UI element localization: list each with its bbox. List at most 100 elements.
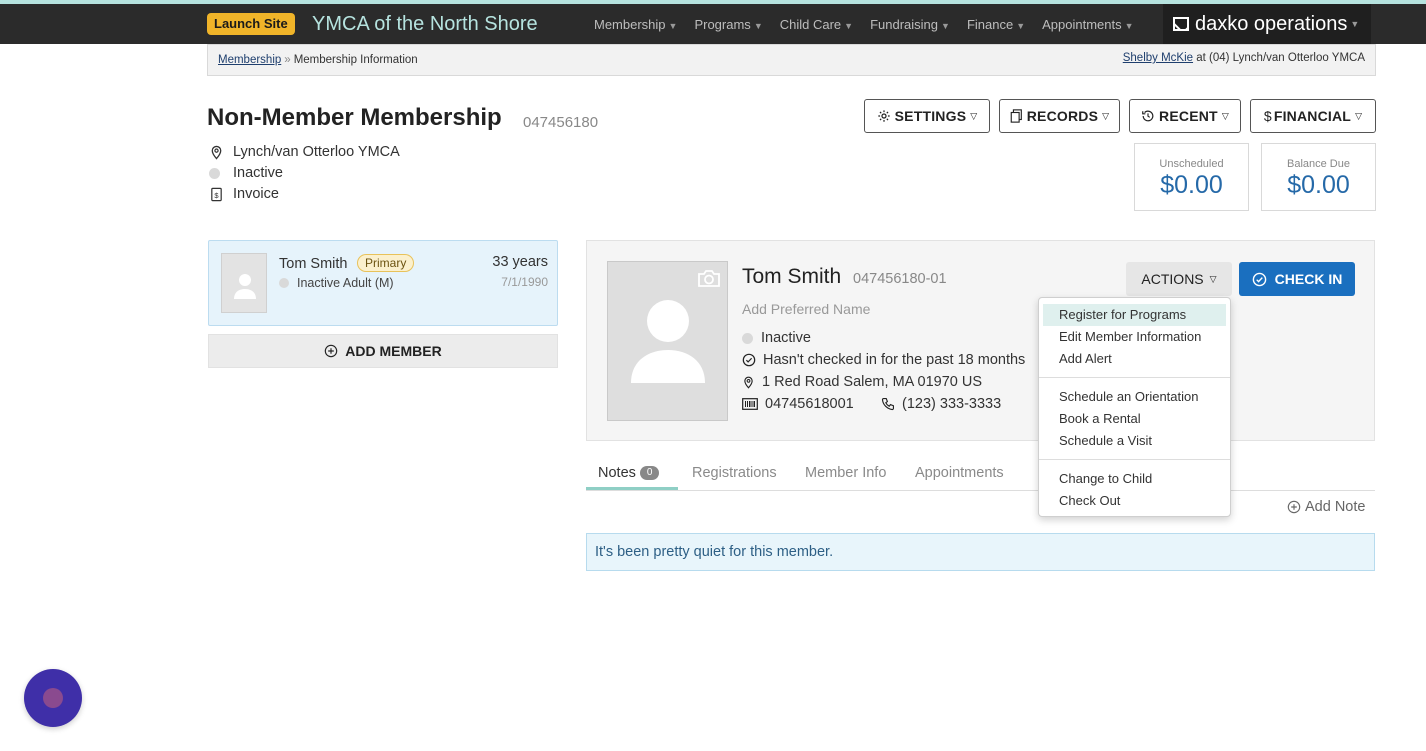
chevron-down-icon: ▼ <box>668 20 678 31</box>
check-circle-icon <box>742 353 756 367</box>
balance-due: Balance Due $0.00 <box>1261 143 1376 211</box>
chevron-down-icon: ▼ <box>844 20 854 31</box>
menu-item-book-rental[interactable]: Book a Rental <box>1043 408 1226 430</box>
barcode-icon <box>742 398 758 410</box>
gear-icon <box>877 110 890 122</box>
chevron-down-icon: ▼ <box>1124 20 1134 31</box>
chevron-down-icon: ▼ <box>1350 19 1360 29</box>
unscheduled-balance: Unscheduled $0.00 <box>1134 143 1249 211</box>
status-dot-icon <box>209 167 220 179</box>
plus-circle-icon <box>325 344 338 358</box>
member-tabs: Notes 0 Registrations Member Info Appoint… <box>586 458 1375 491</box>
profile-phone: (123) 333-3333 <box>881 396 1001 412</box>
location-pin-icon <box>744 376 753 389</box>
current-user-link[interactable]: Shelby McKie <box>1123 52 1193 64</box>
recent-button[interactable]: RECENT ▽ <box>1129 99 1241 133</box>
menu-item-edit-member-information[interactable]: Edit Member Information <box>1043 326 1226 348</box>
envelope-icon <box>1173 17 1189 31</box>
chat-bubble-icon <box>43 688 63 708</box>
preferred-name-field[interactable]: Add Preferred Name <box>742 301 870 317</box>
location-pin-icon <box>211 145 222 160</box>
nav-fundraising[interactable]: Fundraising ▼ <box>870 17 950 32</box>
menu-divider <box>1039 377 1230 378</box>
daxko-brand-menu[interactable]: daxko operations ▼ <box>1163 4 1371 44</box>
page-title: Non-Member Membership <box>207 104 502 131</box>
member-photo[interactable] <box>607 261 728 421</box>
menu-divider <box>1039 459 1230 460</box>
top-navigation-bar: Launch Site YMCA of the North Shore Memb… <box>0 0 1426 44</box>
dollar-icon: $ <box>1263 108 1272 124</box>
status-dot-icon <box>279 278 289 288</box>
chevron-down-icon: ▼ <box>1016 20 1026 31</box>
chevron-down-icon: ▼ <box>753 20 763 31</box>
invoice-icon: $ <box>211 187 222 201</box>
member-status: Inactive Adult (M) <box>279 276 394 290</box>
actions-dropdown-button[interactable]: ACTIONS ▽ <box>1126 262 1232 296</box>
tab-notes[interactable]: Notes 0 <box>598 465 660 481</box>
settings-button[interactable]: SETTINGS ▽ <box>864 99 990 133</box>
membership-billing: $ Invoice <box>209 186 279 202</box>
profile-member-id: 047456180-01 <box>853 271 947 287</box>
member-dob: 7/1/1990 <box>501 275 548 289</box>
chat-launcher-button[interactable] <box>24 669 82 727</box>
add-member-button[interactable]: ADD MEMBER <box>208 334 558 368</box>
financial-button[interactable]: $ FINANCIAL ▽ <box>1250 99 1376 133</box>
nav-child-care[interactable]: Child Care ▼ <box>780 17 853 32</box>
member-profile-panel: Tom Smith 047456180-01 Add Preferred Nam… <box>586 240 1375 441</box>
current-location: at (04) Lynch/van Otterloo YMCA <box>1196 52 1365 64</box>
membership-id: 047456180 <box>523 114 599 131</box>
menu-item-schedule-visit[interactable]: Schedule a Visit <box>1043 430 1226 452</box>
active-tab-indicator <box>586 487 678 490</box>
profile-name: Tom Smith <box>742 265 842 288</box>
menu-item-add-alert[interactable]: Add Alert <box>1043 348 1226 370</box>
nav-membership[interactable]: Membership ▼ <box>594 17 677 32</box>
member-name: Tom Smith <box>279 256 348 272</box>
actions-menu: Register for Programs Edit Member Inform… <box>1038 297 1231 517</box>
menu-item-schedule-orientation[interactable]: Schedule an Orientation <box>1043 386 1226 408</box>
launch-site-button[interactable]: Launch Site <box>207 13 295 35</box>
tab-appointments[interactable]: Appointments <box>915 465 1004 481</box>
check-in-button[interactable]: CHECK IN <box>1239 262 1355 296</box>
menu-item-check-out[interactable]: Check Out <box>1043 490 1226 512</box>
add-note-button[interactable]: Add Note <box>1287 499 1365 515</box>
chevron-down-icon: ▽ <box>970 110 978 121</box>
check-circle-icon <box>1252 272 1266 286</box>
breadcrumb-separator: » <box>284 54 291 66</box>
membership-location: Lynch/van Otterloo YMCA <box>209 144 400 160</box>
profile-status: Inactive <box>742 330 811 346</box>
primary-badge: Primary <box>357 254 415 272</box>
organization-name[interactable]: YMCA of the North Shore <box>312 10 538 38</box>
tab-member-info[interactable]: Member Info <box>805 465 886 481</box>
nav-appointments[interactable]: Appointments ▼ <box>1042 17 1133 32</box>
breadcrumb-membership-link[interactable]: Membership <box>218 54 281 66</box>
records-button[interactable]: RECORDS ▽ <box>999 99 1120 133</box>
tab-registrations[interactable]: Registrations <box>692 465 777 481</box>
chevron-down-icon: ▽ <box>1102 110 1110 121</box>
checkin-history: Hasn't checked in for the past 18 months <box>742 352 1025 368</box>
membership-status: Inactive <box>209 165 283 181</box>
menu-item-change-to-child[interactable]: Change to Child <box>1043 468 1226 490</box>
nav-programs[interactable]: Programs ▼ <box>694 17 762 32</box>
member-card[interactable]: Tom Smith Primary Inactive Adult (M) 33 … <box>208 240 558 326</box>
phone-icon <box>881 398 894 411</box>
profile-address: 1 Red Road Salem, MA 01970 US <box>742 374 982 390</box>
breadcrumb-current: Membership Information <box>293 54 418 66</box>
menu-item-register-for-programs[interactable]: Register for Programs <box>1043 304 1226 326</box>
copy-icon <box>1010 109 1022 123</box>
chevron-down-icon: ▽ <box>1221 110 1229 121</box>
person-icon <box>234 274 256 299</box>
brand-label: daxko operations <box>1195 12 1348 35</box>
history-icon <box>1142 110 1154 122</box>
nav-finance[interactable]: Finance ▼ <box>967 17 1025 32</box>
avatar <box>221 253 267 313</box>
status-dot-icon <box>742 332 753 344</box>
svg-text:$: $ <box>214 190 219 199</box>
empty-notes-message: It's been pretty quiet for this member. <box>586 533 1375 571</box>
member-age: 33 years <box>492 254 548 270</box>
plus-circle-icon <box>1287 500 1301 514</box>
chevron-down-icon: ▽ <box>1355 110 1363 121</box>
breadcrumb: Membership» Membership Information Shelby… <box>207 44 1376 76</box>
camera-icon[interactable] <box>697 268 721 288</box>
chevron-down-icon: ▼ <box>941 20 950 31</box>
chevron-down-icon: ▽ <box>1209 273 1217 284</box>
